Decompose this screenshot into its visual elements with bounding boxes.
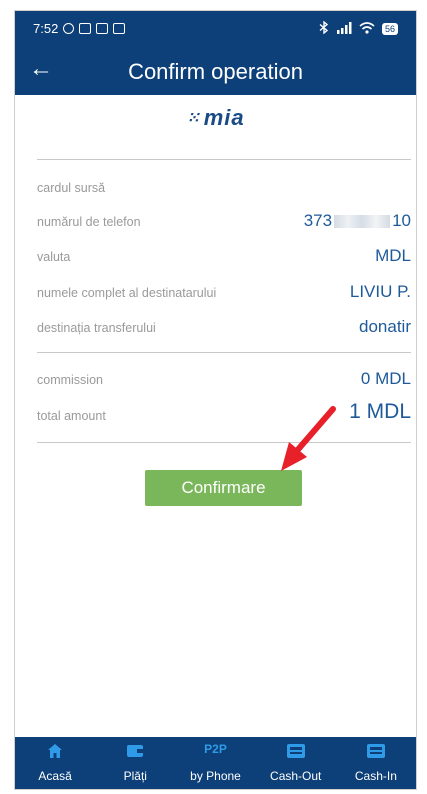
divider-bottom (37, 442, 411, 443)
nav-p2p[interactable]: P2P by Phone (175, 737, 255, 789)
status-bar: 7:52 56 (15, 11, 416, 47)
recipient-row: numele complet al destinatarului LIVIU P… (37, 282, 411, 304)
wifi-icon (359, 21, 375, 37)
status-right: 56 (319, 20, 398, 37)
phone-number-label: numărul de telefon (37, 215, 141, 229)
p2p-badge: P2P (204, 742, 227, 756)
nav-p2p-label: by Phone (190, 769, 241, 783)
status-left: 7:52 (33, 21, 126, 36)
notification-icon (79, 23, 92, 34)
source-card-label: cardul sursă (37, 181, 106, 195)
phone-mask-blur (334, 214, 391, 228)
phone-number-value: 373 10 (304, 211, 411, 231)
recipient-value: LIVIU P. (349, 282, 411, 301)
mia-logo: ⁙ mia (15, 105, 416, 131)
divider-top (37, 159, 411, 160)
battery-icon: 56 (381, 23, 398, 35)
atm-cash-out-icon (286, 744, 305, 758)
total-amount-value: 1 MDL (349, 400, 411, 423)
recipient-label: numele complet al destinatarului (37, 286, 217, 300)
divider-middle (37, 352, 411, 353)
phone-suffix: 10 (392, 211, 411, 230)
nav-home[interactable]: Acasă (15, 737, 95, 789)
total-amount-label: total amount (37, 409, 106, 423)
nav-cash-in-label: Cash-In (354, 769, 397, 783)
transfer-purpose-row: destinația transferului donatir (37, 317, 411, 339)
nav-payments[interactable]: Plăți (95, 737, 175, 789)
signal-icon (336, 21, 352, 37)
phone-number-row: numărul de telefon 373 10 (37, 211, 411, 233)
app-notification-icon (96, 23, 109, 34)
status-time: 7:52 (33, 21, 59, 36)
currency-value: MDL (375, 246, 411, 265)
confirm-button[interactable]: Confirmare (145, 470, 302, 506)
alarm-icon (63, 23, 75, 34)
app-bar: ← Confirm operation (15, 47, 416, 95)
currency-row: valuta MDL (37, 246, 411, 268)
bluetooth-icon (319, 20, 329, 37)
home-icon (48, 744, 63, 758)
page-title: Confirm operation (128, 59, 303, 84)
commission-label: commission (37, 373, 103, 387)
source-card-row: cardul sursă (37, 177, 411, 199)
logo-dots-icon: ⁙ (186, 110, 201, 127)
currency-label: valuta (37, 250, 71, 264)
transfer-purpose-value: donatir (359, 317, 411, 336)
nav-cash-out[interactable]: Cash-Out (256, 737, 336, 789)
commission-row: commission 0 MDL (37, 369, 411, 391)
phone-prefix: 373 (303, 211, 333, 230)
nav-payments-label: Plăți (123, 769, 147, 783)
nav-home-label: Acasă (38, 769, 72, 783)
total-amount-row: total amount 1 MDL (37, 400, 411, 427)
nav-cash-in[interactable]: Cash-In (336, 737, 416, 789)
bottom-nav: Acasă Plăți P2P by Phone Cash-Out Cash-I… (15, 737, 416, 789)
wallet-icon (127, 745, 144, 757)
logo-text: mia (203, 105, 245, 130)
phone-screen: 7:52 56 ← Confirm operation ⁙ mia cardul … (14, 10, 417, 790)
transfer-purpose-label: destinația transferului (37, 321, 156, 335)
nav-cash-out-label: Cash-Out (270, 769, 322, 783)
commission-value: 0 MDL (360, 369, 411, 388)
app-notification-icon-2 (113, 23, 126, 34)
atm-cash-in-icon (366, 744, 385, 758)
